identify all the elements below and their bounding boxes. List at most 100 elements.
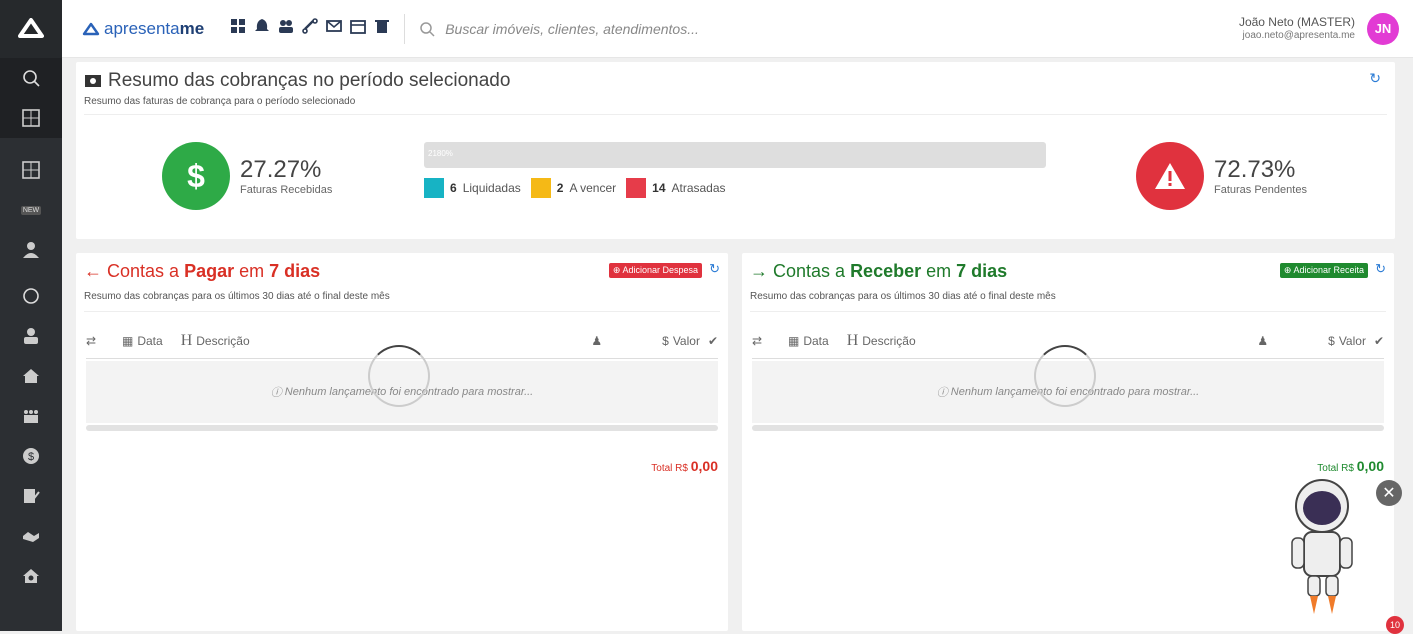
add-income-button[interactable]: ⊕ Adicionar Receita <box>1279 263 1368 278</box>
summary-card: Resumo das cobranças no período selecion… <box>76 62 1395 239</box>
legend-count: 14 <box>652 181 666 195</box>
owner-icon: ♟ <box>591 333 603 348</box>
quick-actions <box>230 18 390 39</box>
home-settings-icon[interactable] <box>0 556 62 596</box>
title-part: em <box>921 261 957 281</box>
column-date[interactable]: Data <box>803 334 828 348</box>
dashboard-icon[interactable] <box>0 98 62 138</box>
dollar-icon: $ <box>662 333 669 348</box>
properties-icon[interactable] <box>0 356 62 396</box>
sort-icon[interactable]: ⇄ <box>752 334 780 348</box>
refresh-icon[interactable]: ↻ <box>709 261 720 277</box>
mail-icon[interactable] <box>326 18 343 39</box>
calendar-icon: ▦ <box>122 333 134 348</box>
team-icon[interactable] <box>0 396 62 436</box>
contracts-icon[interactable] <box>0 476 62 516</box>
search-input[interactable]: Buscar imóveis, clientes, atendimentos..… <box>445 21 699 37</box>
column-date[interactable]: Data <box>137 334 162 348</box>
summary-title: Resumo das cobranças no período selecion… <box>108 70 511 91</box>
finance-icon[interactable]: $ <box>0 436 62 476</box>
check-icon[interactable]: ✔ <box>1374 334 1384 348</box>
calendar-icon[interactable] <box>350 18 367 39</box>
column-description[interactable]: Descrição <box>196 334 249 348</box>
title-part: em <box>234 261 270 281</box>
trash-icon[interactable] <box>374 18 390 39</box>
payables-subtitle: Resumo das cobranças para os últimos 30 … <box>84 291 390 302</box>
user-icon[interactable] <box>0 230 62 270</box>
astronaut-mascot[interactable] <box>1286 478 1366 618</box>
title-part: 7 dias <box>269 261 321 281</box>
legend-swatch-atrasadas <box>626 178 647 198</box>
svg-text:$: $ <box>28 451 34 463</box>
summary-subtitle: Resumo das faturas de cobrança para o pe… <box>84 96 356 107</box>
legend-count: 2 <box>556 181 564 195</box>
brand-icon <box>82 22 100 35</box>
user-email: joao.neto@apresenta.me <box>1242 29 1355 41</box>
total-value: 0,00 <box>1356 458 1384 474</box>
title-part: 7 dias <box>956 261 1008 281</box>
clients-icon[interactable] <box>0 316 62 356</box>
scrollbar[interactable] <box>86 425 718 431</box>
user-info[interactable]: João Neto (MASTER) joao.neto@apresenta.m… <box>1239 15 1355 43</box>
refresh-icon[interactable]: ↻ <box>1369 70 1381 87</box>
title-part: Receber <box>850 261 922 281</box>
received-pct: 27.27% <box>240 156 322 183</box>
refresh-icon[interactable]: ↻ <box>1375 261 1386 277</box>
divider <box>84 311 720 312</box>
column-value[interactable]: Valor <box>673 334 700 348</box>
progress-bar-text: 2180% <box>428 149 453 158</box>
whatsapp-icon[interactable] <box>0 276 62 316</box>
payables-title: ← Contas a Pagar em 7 dias <box>84 261 320 282</box>
total-value: 0,00 <box>690 458 718 474</box>
calendar-icon: ▦ <box>788 333 800 348</box>
total-label: Total R$ <box>651 463 688 474</box>
owner-icon: ♟ <box>1257 333 1269 348</box>
loading-spinner <box>368 345 430 407</box>
grid-icon[interactable] <box>230 18 246 39</box>
add-expense-label: Adicionar Despesa <box>622 265 698 275</box>
column-description[interactable]: Descrição <box>862 334 915 348</box>
search-icon <box>420 21 435 37</box>
brand-logo[interactable]: apresenta me <box>82 19 204 39</box>
money-icon <box>85 75 101 87</box>
payables-card: ← Contas a Pagar em 7 dias Resumo das co… <box>76 253 728 631</box>
new-badge: NEW <box>20 205 42 215</box>
heading-icon: H <box>846 331 859 349</box>
brand-text: apresenta <box>104 18 180 38</box>
column-value[interactable]: Valor <box>1339 334 1366 348</box>
close-icon[interactable]: ✕ <box>1376 480 1402 506</box>
add-income-label: Adicionar Receita <box>1293 265 1364 275</box>
legend-count: 6 <box>450 181 457 195</box>
avatar[interactable]: JN <box>1367 12 1399 45</box>
legend-label: Liquidadas <box>462 181 521 195</box>
sort-icon[interactable]: ⇄ <box>86 334 114 348</box>
legend: 6 Liquidadas 2 A vencer 14 Atrasadas <box>424 178 726 198</box>
global-search[interactable]: Buscar imóveis, clientes, atendimentos..… <box>419 21 699 37</box>
user-name: João Neto (MASTER) <box>1238 14 1355 29</box>
receivables-title: → Contas a Receber em 7 dias <box>750 261 1007 282</box>
users-icon[interactable] <box>278 18 294 39</box>
scrollbar[interactable] <box>752 425 1384 431</box>
notification-badge[interactable]: 10 <box>1386 616 1404 634</box>
add-expense-button[interactable]: ⊕ Adicionar Despesa <box>608 263 702 278</box>
app-logo[interactable] <box>0 0 62 58</box>
loading-spinner <box>1034 345 1096 407</box>
panel-icon[interactable] <box>0 150 62 190</box>
handshake-icon[interactable] <box>0 516 62 556</box>
title-part: Pagar <box>184 261 235 281</box>
title-part: Contas a <box>107 261 185 281</box>
link-icon[interactable] <box>302 18 319 39</box>
arrow-left-icon: ← <box>84 261 102 281</box>
legend-swatch-liquidadas <box>424 178 444 198</box>
new-badge-icon[interactable]: NEW <box>0 190 62 230</box>
top-bar: apresenta me Buscar imóveis, clientes, at… <box>62 0 1413 58</box>
brand-text-bold: me <box>179 18 205 38</box>
search-icon[interactable] <box>0 58 62 98</box>
bell-icon[interactable] <box>254 18 270 39</box>
pending-kpi: 72.73% Faturas Pendentes <box>1136 142 1307 210</box>
check-icon[interactable]: ✔ <box>708 334 718 348</box>
progress-bar: 2180% <box>424 142 1046 168</box>
legend-label: A vencer <box>569 181 617 195</box>
total-label: Total R$ <box>1317 463 1354 474</box>
arrow-right-icon: → <box>750 261 768 281</box>
